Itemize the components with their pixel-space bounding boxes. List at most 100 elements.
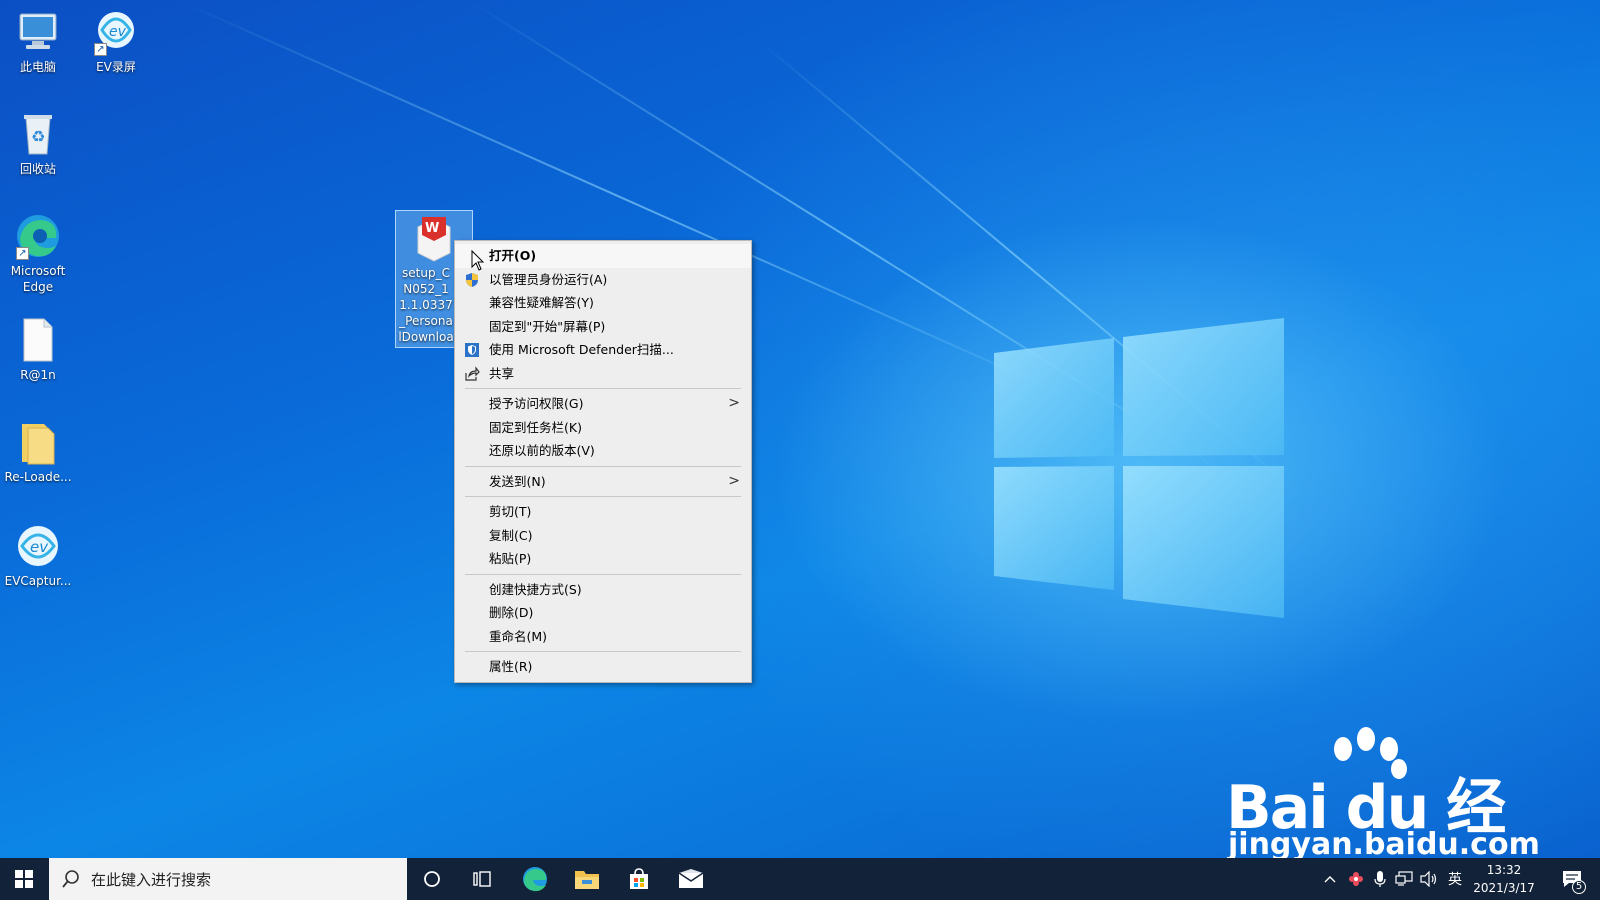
menu-item-label: 发送到(N) bbox=[489, 473, 546, 489]
menu-item-pin-taskbar[interactable]: 固定到任务栏(K) bbox=[455, 416, 751, 440]
menu-item-label: 共享 bbox=[489, 365, 515, 381]
desktop[interactable]: 此电脑 ev ↗ EV录屏 ♻ 回收站 ↗ Microsoft Edge R@1… bbox=[0, 0, 1600, 858]
clock-date: 2021/3/17 bbox=[1473, 881, 1535, 895]
taskbar-edge-button[interactable] bbox=[509, 858, 561, 900]
menu-item-label: 重命名(M) bbox=[489, 628, 548, 644]
ev-recorder-icon: ev ↗ bbox=[92, 8, 140, 56]
desktop-icon-label: Microsoft Edge bbox=[10, 264, 66, 294]
svg-text:♻: ♻ bbox=[31, 127, 45, 146]
menu-item-troubleshoot-compat[interactable]: 兼容性疑难解答(Y) bbox=[455, 291, 751, 315]
menu-item-paste[interactable]: 粘贴(P) bbox=[455, 547, 751, 571]
svg-text:ev: ev bbox=[30, 538, 49, 556]
menu-item-delete[interactable]: 删除(D) bbox=[455, 601, 751, 625]
menu-item-copy[interactable]: 复制(C) bbox=[455, 524, 751, 548]
svg-text:ev: ev bbox=[109, 24, 127, 40]
desktop-icon-folder[interactable]: Re-Loade... bbox=[0, 418, 76, 485]
menu-item-label: 复制(C) bbox=[489, 527, 533, 543]
desktop-icon-ev-capture[interactable]: ev EVCaptur... bbox=[0, 522, 76, 589]
menu-item-label: 属性(R) bbox=[489, 659, 533, 674]
menu-item-label: 还原以前的版本(V) bbox=[489, 443, 595, 458]
menu-item-rename[interactable]: 重命名(M) bbox=[455, 625, 751, 649]
action-center-button[interactable]: 5 bbox=[1552, 858, 1592, 900]
menu-item-label: 固定到"开始"屏幕(P) bbox=[489, 318, 606, 334]
menu-item-send-to[interactable]: 发送到(N) > bbox=[455, 470, 751, 494]
cortana-button[interactable] bbox=[407, 858, 457, 900]
menu-item-defender-scan[interactable]: 使用 Microsoft Defender扫描... bbox=[455, 338, 751, 362]
baidu-url-text: jingyan.baidu.com bbox=[1228, 827, 1540, 858]
selected-file-label: setup_CN052_11.1.0337_PersonalDownload_T… bbox=[398, 266, 454, 344]
desktop-icon-text-file[interactable]: R@1n bbox=[0, 316, 76, 383]
menu-item-pin-start[interactable]: 固定到"开始"屏幕(P) bbox=[455, 315, 751, 339]
search-icon bbox=[62, 870, 79, 888]
menu-item-open[interactable]: 打开(O) bbox=[455, 244, 751, 268]
tray-app-icon[interactable] bbox=[1344, 858, 1368, 900]
menu-item-label: 固定到任务栏(K) bbox=[489, 419, 582, 435]
menu-separator bbox=[465, 388, 741, 389]
file-explorer-icon bbox=[575, 871, 599, 889]
mail-icon bbox=[678, 869, 704, 888]
tray-network[interactable] bbox=[1392, 858, 1416, 900]
menu-item-cut[interactable]: 剪切(T) bbox=[455, 500, 751, 524]
desktop-icon-label: EV录屏 bbox=[96, 60, 136, 74]
tray-clock[interactable]: 13:32 2021/3/17 bbox=[1468, 861, 1540, 897]
svg-text:W: W bbox=[425, 221, 439, 236]
menu-item-label: 以管理员身份运行(A) bbox=[489, 271, 608, 287]
shortcut-arrow-icon: ↗ bbox=[94, 43, 107, 56]
uac-shield-icon bbox=[464, 272, 480, 288]
desktop-icon-label: R@1n bbox=[20, 368, 56, 382]
network-icon bbox=[1395, 871, 1413, 886]
windows-start-icon bbox=[15, 870, 33, 888]
desktop-icon-recycle-bin[interactable]: ♻ 回收站 bbox=[0, 110, 76, 177]
clock-time: 13:32 bbox=[1486, 863, 1522, 877]
tray-microphone[interactable] bbox=[1368, 858, 1392, 900]
taskbar-explorer-button[interactable] bbox=[561, 858, 613, 900]
chevron-up-icon bbox=[1324, 876, 1336, 883]
recycle-bin-icon: ♻ bbox=[14, 110, 62, 158]
tray-overflow-button[interactable] bbox=[1318, 858, 1342, 900]
menu-item-label: 创建快捷方式(S) bbox=[489, 581, 582, 597]
menu-separator bbox=[465, 496, 741, 497]
taskbar-mail-button[interactable] bbox=[665, 858, 717, 900]
microphone-icon bbox=[1374, 871, 1386, 887]
desktop-icon-label: 回收站 bbox=[19, 162, 56, 176]
defender-icon bbox=[464, 342, 480, 358]
desktop-icon-ev-recorder[interactable]: ev ↗ EV录屏 bbox=[78, 8, 154, 75]
mouse-cursor-icon bbox=[471, 250, 485, 271]
this-pc-icon bbox=[14, 8, 62, 56]
share-icon bbox=[464, 365, 480, 382]
volume-icon bbox=[1420, 871, 1437, 887]
search-placeholder: 在此键入进行搜索 bbox=[91, 870, 212, 889]
text-file-icon bbox=[14, 316, 62, 364]
desktop-icon-label: EVCaptur... bbox=[4, 574, 72, 588]
taskbar-store-button[interactable] bbox=[613, 858, 665, 900]
task-view-button[interactable] bbox=[457, 858, 507, 900]
start-button[interactable] bbox=[0, 858, 48, 900]
menu-separator bbox=[465, 651, 741, 652]
menu-item-label: 使用 Microsoft Defender扫描... bbox=[489, 342, 674, 357]
desktop-icon-label: 此电脑 bbox=[19, 60, 56, 74]
ev-capture-icon: ev bbox=[14, 522, 62, 570]
tray-volume[interactable] bbox=[1416, 858, 1442, 900]
edge-icon bbox=[523, 867, 547, 892]
baidu-jingyan-watermark: Bai du 经验 jingyan.baidu.com bbox=[1226, 727, 1540, 858]
menu-item-restore-versions[interactable]: 还原以前的版本(V) bbox=[455, 439, 751, 463]
chevron-right-icon: > bbox=[728, 395, 740, 411]
tray-ime-indicator[interactable]: 英 bbox=[1442, 858, 1468, 900]
menu-item-share[interactable]: 共享 bbox=[455, 362, 751, 386]
menu-item-run-as-admin[interactable]: 以管理员身份运行(A) bbox=[455, 268, 751, 292]
taskbar-search-box[interactable]: 在此键入进行搜索 bbox=[49, 858, 407, 900]
menu-item-grant-access[interactable]: 授予访问权限(G) > bbox=[455, 392, 751, 416]
notification-count-badge: 5 bbox=[1572, 880, 1586, 894]
menu-item-label: 粘贴(P) bbox=[489, 551, 532, 566]
task-view-icon bbox=[473, 871, 491, 887]
menu-item-properties[interactable]: 属性(R) bbox=[455, 655, 751, 679]
chevron-right-icon: > bbox=[728, 472, 740, 489]
menu-item-label: 授予访问权限(G) bbox=[489, 396, 584, 411]
cortana-icon bbox=[424, 871, 440, 887]
menu-item-create-shortcut[interactable]: 创建快捷方式(S) bbox=[455, 578, 751, 602]
windows-logo-wallpaper bbox=[994, 318, 1284, 618]
taskbar: 在此键入进行搜索 英 13:32 2021/3/17 5 bbox=[0, 858, 1600, 900]
desktop-icon-edge[interactable]: ↗ Microsoft Edge bbox=[0, 212, 76, 295]
desktop-icon-label: Re-Loade... bbox=[4, 470, 72, 484]
desktop-icon-this-pc[interactable]: 此电脑 bbox=[0, 8, 76, 75]
